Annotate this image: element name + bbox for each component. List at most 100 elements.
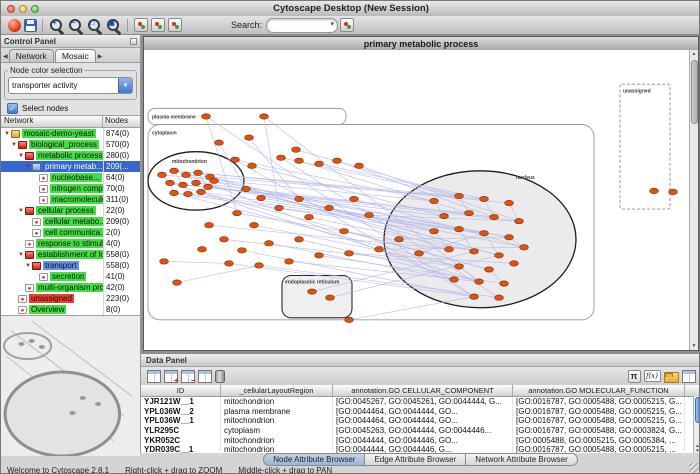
tree-item-cellular-process[interactable]: ▼cellular process22(0) bbox=[1, 205, 140, 216]
scroll-up-icon[interactable]: ▲ bbox=[692, 50, 697, 58]
zoom-selected-icon[interactable]: □ bbox=[87, 18, 103, 33]
tree-item-secretion[interactable]: secretion41(0) bbox=[1, 271, 140, 282]
network-node[interactable] bbox=[333, 158, 342, 163]
network-node[interactable] bbox=[204, 184, 213, 189]
network-node[interactable] bbox=[277, 155, 286, 160]
attribute-settings-icon[interactable] bbox=[682, 370, 696, 383]
network-node[interactable] bbox=[242, 186, 251, 191]
network-node[interactable] bbox=[197, 189, 206, 194]
column-header-annotation-go-cellular-component[interactable]: annotation.GO CELLULAR_COMPONENT bbox=[333, 385, 513, 396]
table-row[interactable]: YLR295Ccytoplasm[GO:0045263, GO:0044444,… bbox=[141, 426, 700, 436]
zoom-in-icon[interactable]: + bbox=[49, 18, 65, 33]
network-node[interactable] bbox=[510, 261, 519, 266]
zoom-window-button[interactable] bbox=[31, 5, 39, 13]
network-node[interactable] bbox=[440, 213, 449, 218]
network-node[interactable] bbox=[225, 261, 234, 266]
network-node[interactable] bbox=[233, 210, 242, 215]
network-node[interactable] bbox=[257, 195, 266, 200]
tree-item-nucleobase[interactable]: nucleobase...64(0) bbox=[1, 172, 140, 183]
network-vertical-scrollbar[interactable]: ▲ ▼ bbox=[689, 50, 698, 350]
network-node[interactable] bbox=[455, 264, 464, 269]
network-node[interactable] bbox=[455, 226, 464, 231]
network-node[interactable] bbox=[305, 214, 314, 219]
network-node[interactable] bbox=[292, 147, 301, 152]
network-node[interactable] bbox=[450, 277, 459, 282]
tree-expand-icon[interactable]: ▼ bbox=[17, 252, 25, 258]
tab-mosaic[interactable]: Mosaic bbox=[55, 49, 96, 62]
network-canvas[interactable]: plasma membranecytoplasmmitochondrionnuc… bbox=[144, 50, 689, 350]
network-node[interactable] bbox=[205, 222, 214, 227]
color-attribute-select[interactable]: transporter activity ▼ bbox=[8, 77, 133, 94]
tree-item-response-to-stimul[interactable]: response to stimul...4(0) bbox=[1, 238, 140, 249]
network-node[interactable] bbox=[669, 189, 678, 194]
network-node[interactable] bbox=[210, 178, 219, 183]
network-node[interactable] bbox=[295, 196, 304, 201]
network-node[interactable] bbox=[430, 228, 439, 233]
network-node[interactable] bbox=[170, 168, 179, 173]
tree-item-multi-organism-pro[interactable]: multi-organism pro...42(0) bbox=[1, 282, 140, 293]
table-row[interactable]: YKR052Cmitochondrion[GO:0044444, GO:0044… bbox=[141, 436, 700, 446]
tab-network[interactable]: Network bbox=[9, 49, 54, 62]
tree-item-cell-communica[interactable]: cell communica...2(0) bbox=[1, 227, 140, 238]
tree-item-establishment-of-lo[interactable]: ▼establishment of lo...558(0) bbox=[1, 249, 140, 260]
tree-item-mosaic-demo-yeast[interactable]: ▼mosaic-demo-yeast874(0) bbox=[1, 128, 140, 139]
search-input[interactable]: ▾ bbox=[266, 18, 338, 33]
network-node[interactable] bbox=[194, 170, 203, 175]
network-node[interactable] bbox=[350, 196, 359, 201]
network-node[interactable] bbox=[455, 193, 464, 198]
scrollbar-thumb[interactable] bbox=[691, 60, 698, 124]
tree-item-macromolecule[interactable]: macromolecule...311(0) bbox=[1, 194, 140, 205]
birds-eye-view[interactable] bbox=[1, 315, 140, 456]
network-node[interactable] bbox=[505, 200, 514, 205]
table-scrollbar-thumb[interactable] bbox=[695, 397, 700, 423]
network-node[interactable] bbox=[173, 280, 182, 285]
column-header-id[interactable]: ID bbox=[141, 385, 221, 396]
search-dropdown-icon[interactable]: ▾ bbox=[331, 20, 335, 28]
select-nodes-checkbox[interactable]: ✓ bbox=[7, 103, 18, 114]
network-node[interactable] bbox=[355, 163, 364, 168]
control-panel-close-icon[interactable] bbox=[130, 38, 137, 45]
delete-attribute-icon[interactable]: − bbox=[181, 370, 195, 383]
network-node[interactable] bbox=[340, 228, 349, 233]
network-node[interactable] bbox=[445, 247, 454, 252]
tree-expand-icon[interactable]: ▼ bbox=[17, 153, 25, 159]
network-node[interactable] bbox=[395, 237, 404, 242]
network-node[interactable] bbox=[295, 237, 304, 242]
network-node[interactable] bbox=[248, 163, 257, 168]
tree-item-overview[interactable]: Overview8(0) bbox=[1, 304, 140, 315]
network-node[interactable] bbox=[170, 190, 179, 195]
network-node[interactable] bbox=[245, 135, 254, 140]
pi-formula-icon[interactable]: π bbox=[628, 370, 641, 383]
network-node[interactable] bbox=[265, 241, 274, 246]
network-node[interactable] bbox=[202, 114, 211, 119]
network-node[interactable] bbox=[515, 218, 524, 223]
network-node[interactable] bbox=[415, 251, 424, 256]
table-scroll-arrows[interactable]: ▲▼ bbox=[694, 443, 700, 453]
scroll-down-icon[interactable]: ▼ bbox=[692, 342, 697, 350]
tree-item-metabolic-process[interactable]: ▼metabolic process280(0) bbox=[1, 150, 140, 161]
network-node[interactable] bbox=[500, 281, 509, 286]
network-node[interactable] bbox=[275, 205, 284, 210]
table-row[interactable]: YJR121W__1mitochondrion[GO:0045267, GO:0… bbox=[141, 397, 700, 407]
network-node[interactable] bbox=[184, 191, 193, 196]
network-node[interactable] bbox=[470, 249, 479, 254]
network-node[interactable] bbox=[285, 259, 294, 264]
network-node[interactable] bbox=[520, 245, 529, 250]
network-node[interactable] bbox=[345, 317, 354, 322]
tree-item-cellular-metabo[interactable]: cellular metabo...209(0) bbox=[1, 216, 140, 227]
create-network-icon[interactable] bbox=[134, 18, 148, 32]
network-node[interactable] bbox=[465, 210, 474, 215]
table-scrollbar[interactable]: ▲▼ bbox=[693, 396, 700, 453]
network-node[interactable] bbox=[220, 237, 229, 242]
network-node[interactable] bbox=[365, 212, 374, 217]
network-node[interactable] bbox=[326, 295, 335, 300]
tree-expand-icon[interactable]: ▼ bbox=[24, 263, 32, 269]
network-node[interactable] bbox=[166, 180, 175, 185]
import-table-icon[interactable] bbox=[664, 372, 679, 383]
network-node[interactable] bbox=[295, 158, 304, 163]
resize-grip[interactable] bbox=[689, 463, 700, 474]
import-attributes-icon[interactable] bbox=[168, 18, 182, 32]
network-node[interactable] bbox=[495, 295, 504, 300]
zoom-fit-icon[interactable]: ▣ bbox=[106, 18, 122, 33]
network-edge[interactable] bbox=[349, 297, 474, 320]
